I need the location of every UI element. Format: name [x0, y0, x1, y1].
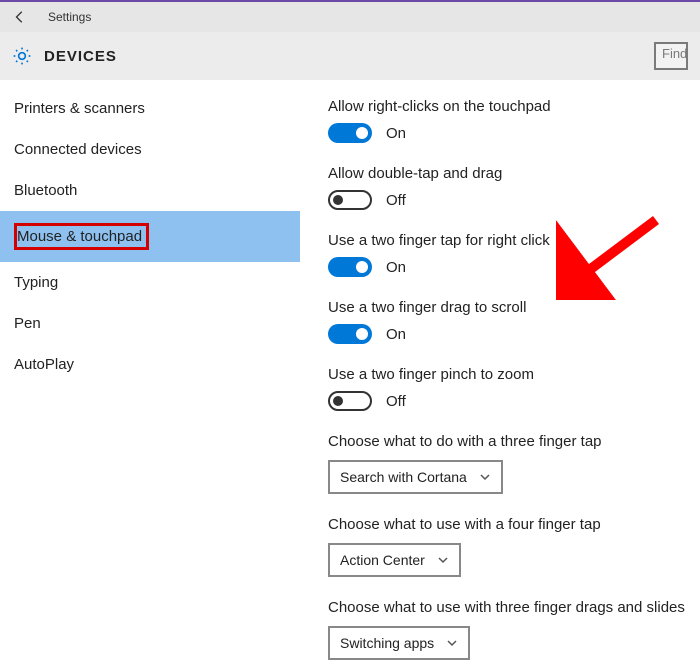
sidebar-item-mouse-touchpad[interactable]: Mouse & touchpad: [0, 211, 300, 262]
header-left: DEVICES: [12, 46, 117, 66]
toggle-pinch-zoom[interactable]: [328, 391, 372, 411]
title-bar: Settings: [0, 0, 700, 32]
setting-pinch-zoom: Use a two finger pinch to zoom Off: [328, 366, 700, 411]
toggle-double-tap-drag[interactable]: [328, 190, 372, 210]
dropdown-value: Switching apps: [340, 635, 434, 651]
setting-label: Allow double-tap and drag: [328, 165, 700, 182]
setting-label: Use a two finger drag to scroll: [328, 299, 700, 316]
sidebar: Printers & scanners Connected devices Bl…: [0, 80, 300, 663]
chevron-down-icon: [437, 554, 449, 566]
setting-label: Use a two finger pinch to zoom: [328, 366, 700, 383]
app-title: Settings: [48, 10, 91, 24]
setting-label: Choose what to do with a three finger ta…: [328, 433, 700, 450]
dropdown-value: Action Center: [340, 552, 425, 568]
setting-four-finger-tap: Choose what to use with a four finger ta…: [328, 516, 700, 577]
back-button[interactable]: [8, 5, 32, 29]
gear-icon: [12, 46, 32, 66]
chevron-down-icon: [479, 471, 491, 483]
sidebar-item-label: Mouse & touchpad: [14, 223, 149, 250]
dropdown-three-finger-drag[interactable]: Switching apps: [328, 626, 470, 660]
setting-label: Choose what to use with a four finger ta…: [328, 516, 700, 533]
toggle-state: On: [386, 125, 406, 142]
setting-label: Use a two finger tap for right click: [328, 232, 700, 249]
sidebar-item-bluetooth[interactable]: Bluetooth: [0, 170, 300, 211]
find-setting-input[interactable]: Find a setting: [654, 42, 688, 70]
setting-two-finger-drag: Use a two finger drag to scroll On: [328, 299, 700, 344]
toggle-two-finger-tap[interactable]: [328, 257, 372, 277]
setting-label: Choose what to use with three finger dra…: [328, 599, 700, 616]
sidebar-item-pen[interactable]: Pen: [0, 303, 300, 344]
sidebar-item-connected-devices[interactable]: Connected devices: [0, 129, 300, 170]
main: Printers & scanners Connected devices Bl…: [0, 80, 700, 663]
setting-allow-right-clicks: Allow right-clicks on the touchpad On: [328, 98, 700, 143]
toggle-allow-right-clicks[interactable]: [328, 123, 372, 143]
toggle-state: Off: [386, 192, 406, 209]
back-arrow-icon: [13, 10, 27, 24]
setting-double-tap-drag: Allow double-tap and drag Off: [328, 165, 700, 210]
dropdown-three-finger-tap[interactable]: Search with Cortana: [328, 460, 503, 494]
setting-label: Allow right-clicks on the touchpad: [328, 98, 700, 115]
dropdown-value: Search with Cortana: [340, 469, 467, 485]
toggle-two-finger-drag[interactable]: [328, 324, 372, 344]
toggle-state: Off: [386, 393, 406, 410]
chevron-down-icon: [446, 637, 458, 649]
toggle-state: On: [386, 326, 406, 343]
sidebar-item-autoplay[interactable]: AutoPlay: [0, 344, 300, 385]
header: DEVICES Find a setting: [0, 32, 700, 80]
setting-three-finger-drag: Choose what to use with three finger dra…: [328, 599, 700, 660]
dropdown-four-finger-tap[interactable]: Action Center: [328, 543, 461, 577]
sidebar-item-typing[interactable]: Typing: [0, 262, 300, 303]
toggle-state: On: [386, 259, 406, 276]
sidebar-item-printers-scanners[interactable]: Printers & scanners: [0, 88, 300, 129]
category-title: DEVICES: [44, 48, 117, 65]
content: Allow right-clicks on the touchpad On Al…: [300, 80, 700, 663]
setting-three-finger-tap: Choose what to do with a three finger ta…: [328, 433, 700, 494]
setting-two-finger-tap: Use a two finger tap for right click On: [328, 232, 700, 277]
